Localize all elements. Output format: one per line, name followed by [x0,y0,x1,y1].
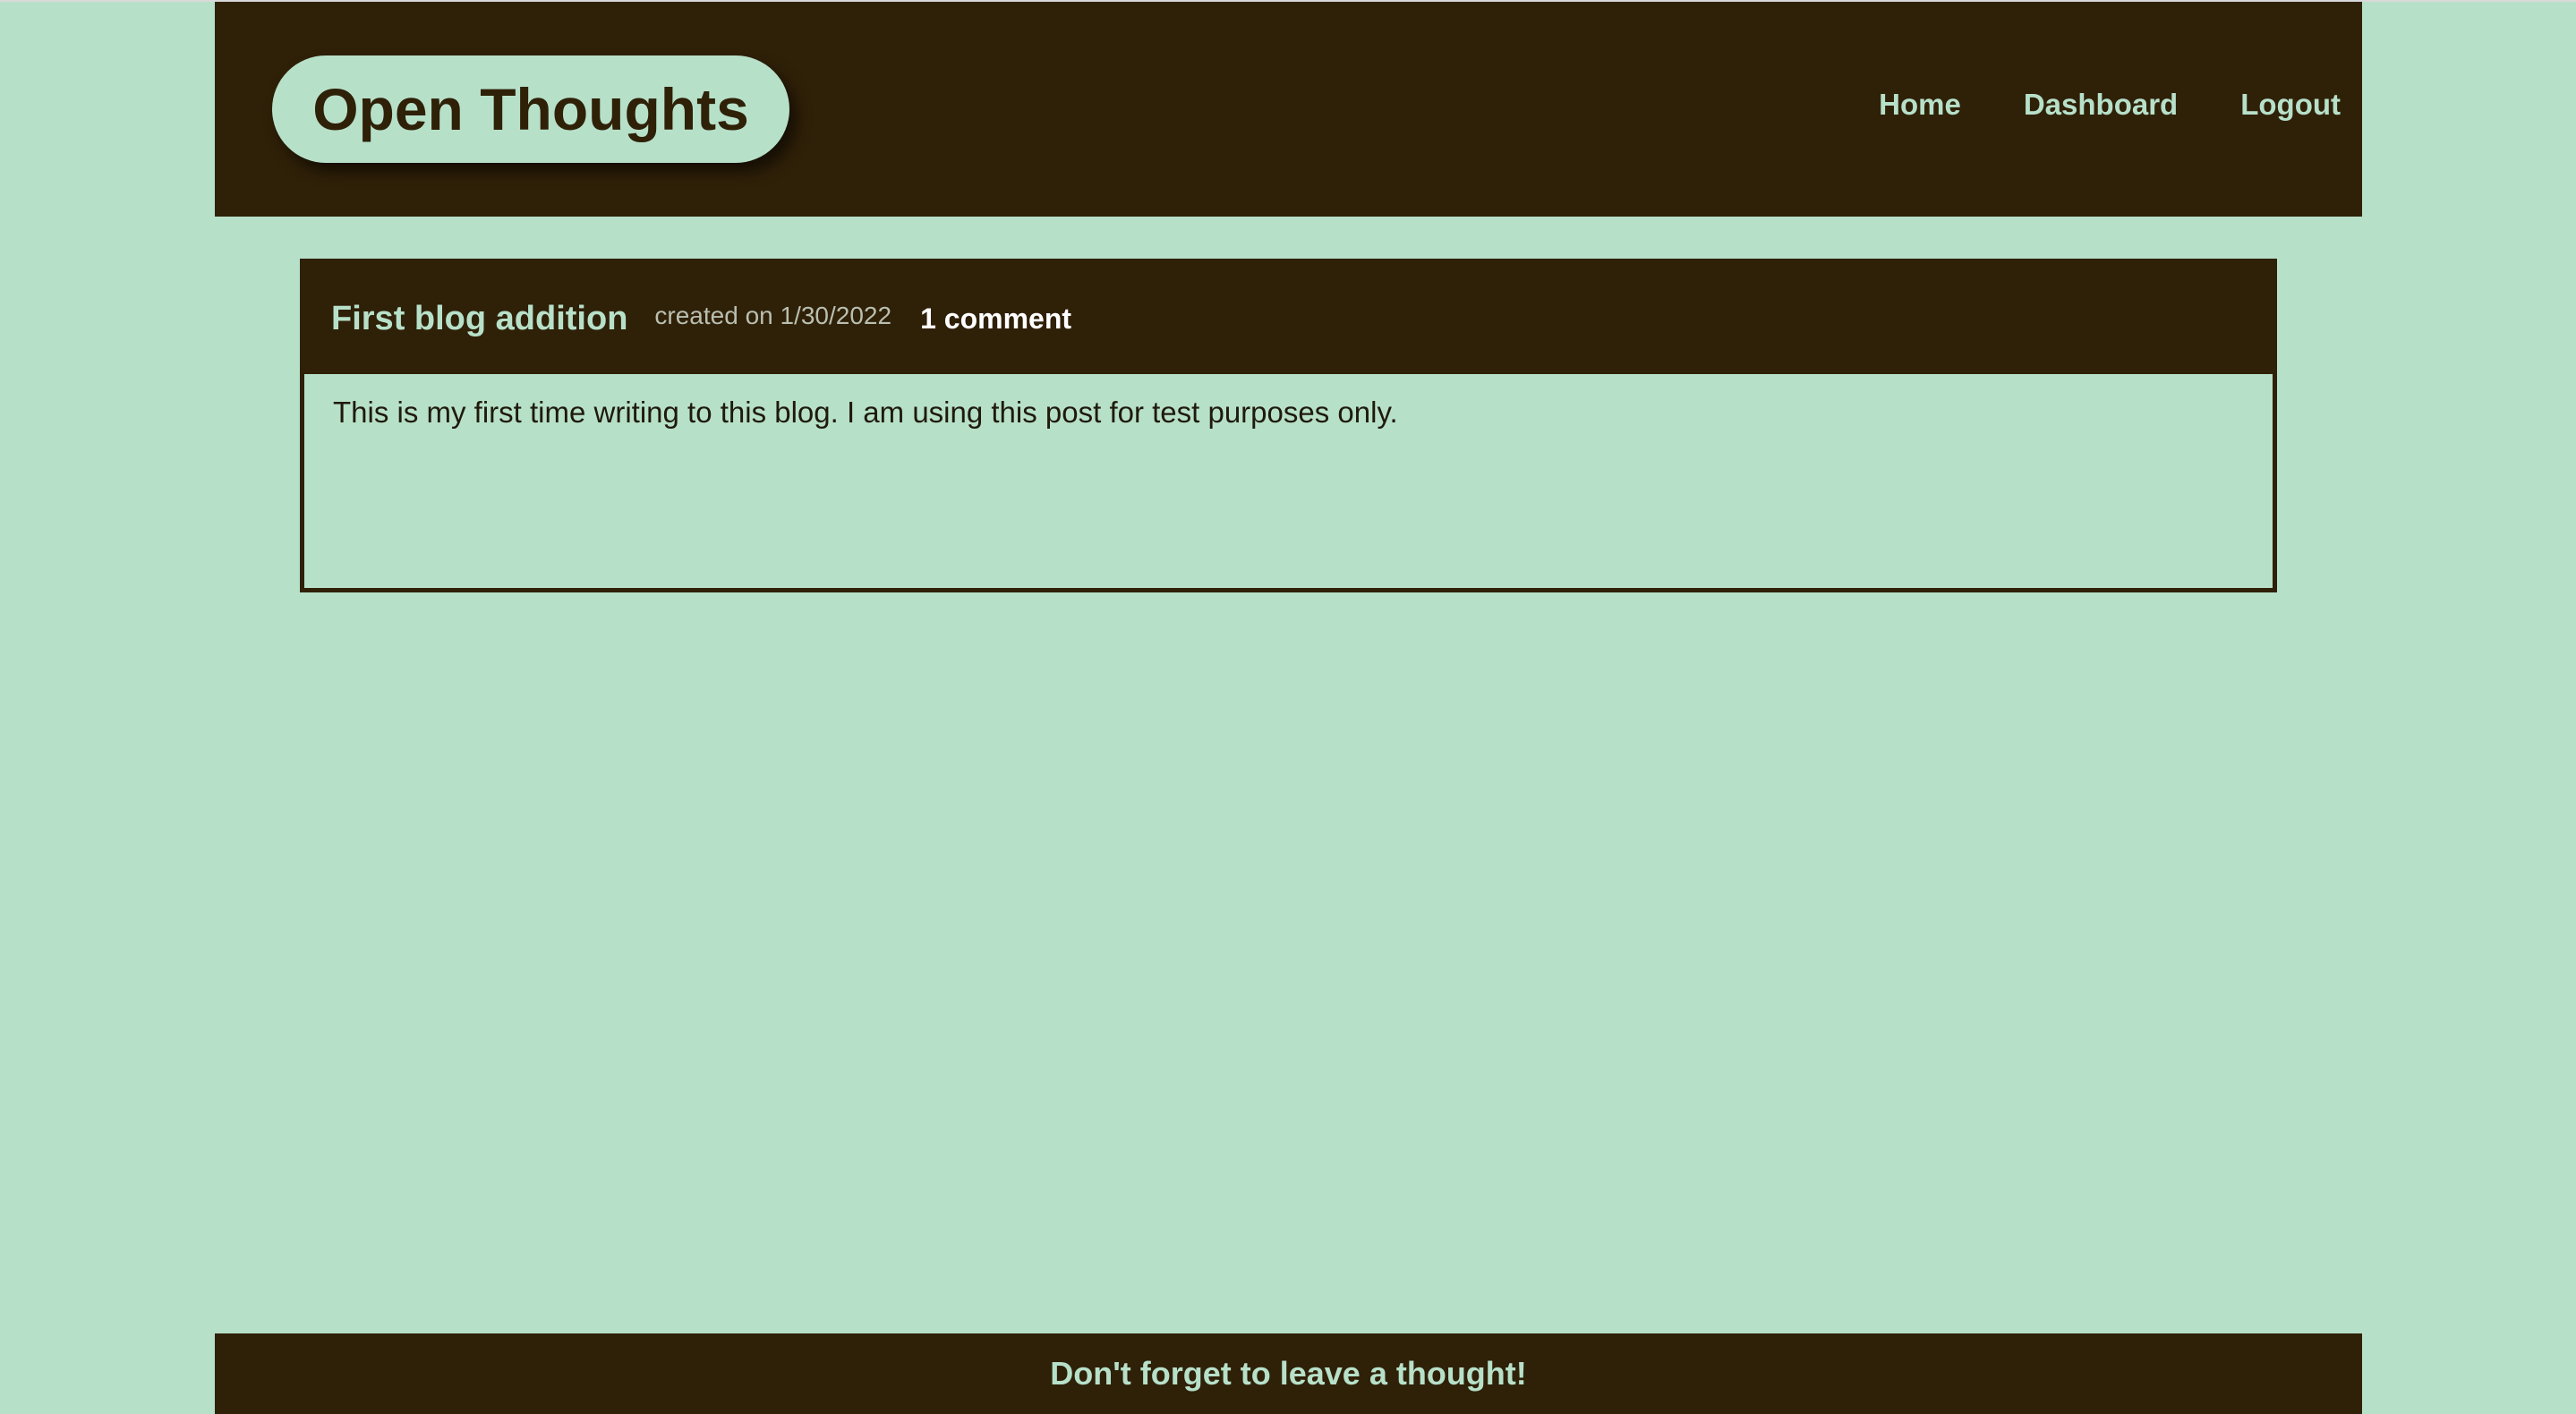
blog-post-card: First blog addition created on 1/30/2022… [300,259,2277,592]
nav-dashboard-link[interactable]: Dashboard [2024,88,2178,122]
main-nav: Home Dashboard Logout [1879,88,2341,122]
post-created-date: created on 1/30/2022 [654,302,892,329]
site-logo[interactable]: Open Thoughts [272,55,789,163]
footer-text: Don't forget to leave a thought! [1050,1355,1527,1392]
post-body: This is my first time writing to this bl… [333,396,1398,429]
post-comment-count[interactable]: 1 comment [920,302,1071,336]
post-title[interactable]: First blog addition [331,300,627,338]
post-header: First blog addition created on 1/30/2022… [304,263,2273,374]
nav-logout-link[interactable]: Logout [2240,88,2341,122]
page: Open Thoughts Home Dashboard Logout Firs… [0,0,2576,1414]
site-footer: Don't forget to leave a thought! [215,1333,2362,1414]
nav-home-link[interactable]: Home [1879,88,1961,122]
site-header: Open Thoughts Home Dashboard Logout [215,2,2362,217]
site-title: Open Thoughts [312,76,749,142]
